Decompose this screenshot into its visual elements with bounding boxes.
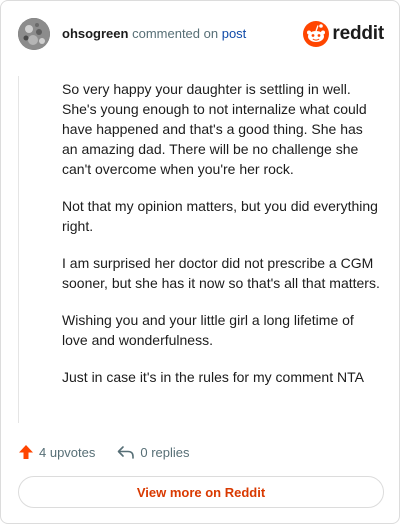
upvote-arrow-icon — [19, 445, 33, 459]
comment-paragraph: Not that my opinion matters, but you did… — [62, 198, 378, 234]
comment-paragraph: Just in case it's in the rules for my co… — [62, 369, 364, 385]
reddit-logo-icon — [303, 21, 330, 47]
comment-meta: ohsogreen commented on post — [62, 26, 246, 42]
comment-paragraph: I am surprised her doctor did not prescr… — [62, 255, 380, 291]
upvotes-label: 4 upvotes — [39, 444, 96, 460]
comment-paragraph: So very happy your daughter is settling … — [62, 81, 367, 177]
brand-wordmark: reddit — [332, 23, 384, 44]
reddit-brand[interactable]: reddit — [303, 21, 384, 47]
reply-count[interactable]: 0 replies — [117, 444, 190, 460]
comment-body: So very happy your daughter is settling … — [62, 79, 382, 404]
embedded-comment-card: ohsogreen commented on post reddit So ve… — [0, 0, 400, 524]
upvote-count[interactable]: 4 upvotes — [18, 444, 95, 460]
comment-action-text: commented on — [132, 26, 219, 41]
thread-line — [18, 76, 19, 423]
post-link[interactable]: post — [222, 26, 247, 41]
comment-footer: 4 upvotes 0 replies — [18, 441, 190, 463]
comment-paragraph: Wishing you and your little girl a long … — [62, 312, 354, 348]
author-username[interactable]: ohsogreen — [62, 26, 128, 41]
comment-header: ohsogreen commented on post reddit — [18, 18, 384, 50]
user-avatar[interactable] — [18, 18, 50, 50]
reply-arrow-icon — [118, 446, 135, 459]
replies-label: 0 replies — [140, 444, 190, 460]
view-more-button[interactable]: View more on Reddit — [18, 476, 384, 508]
